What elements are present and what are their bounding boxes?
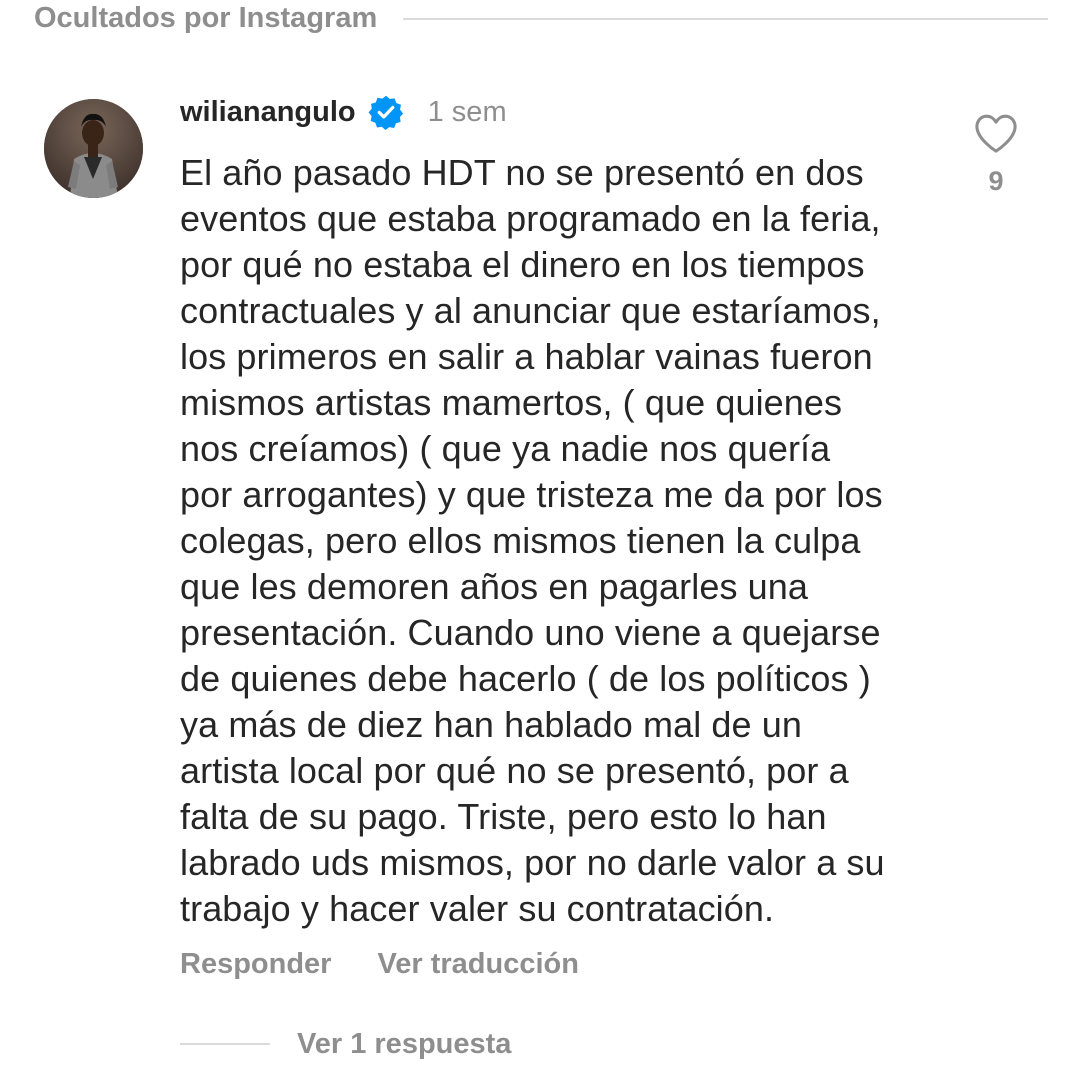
comment-line: ya más de diez han hablado mal de un <box>180 704 803 745</box>
comment-line: presentación. Cuando uno viene a quejars… <box>180 612 881 653</box>
comment-line: falta de su pago. Triste, pero esto lo h… <box>180 796 827 837</box>
comment-text: El año pasado HDT no se presentó en dos … <box>180 150 960 932</box>
comment-line: artista local por qué no se presentó, po… <box>180 750 849 791</box>
comment-header: wilianangulo 1 sem <box>180 92 507 132</box>
comment-timestamp: 1 sem <box>427 95 507 128</box>
comment-line: que les demoren años en pagarles una <box>180 566 809 607</box>
heart-outline-icon[interactable] <box>973 112 1019 154</box>
comment-line: por qué no estaba el dinero en los tiemp… <box>180 244 865 285</box>
username-link[interactable]: wilianangulo <box>180 96 356 129</box>
comment-line: mismos artistas mamertos, ( que quienes <box>180 382 843 423</box>
divider-line <box>403 18 1048 20</box>
reply-button[interactable]: Responder <box>180 948 331 981</box>
comment-line: colegas, pero ellos mismos tienen la cul… <box>180 520 861 561</box>
like-button[interactable] <box>970 112 1022 159</box>
comment-line: trabajo y hacer valer su contratación. <box>180 888 775 929</box>
comment-line: de quienes debe hacerlo ( de los polític… <box>180 658 871 699</box>
verified-badge-icon <box>368 95 403 130</box>
comment-line: eventos que estaba programado en la feri… <box>180 198 881 239</box>
see-translation-button[interactable]: Ver traducción <box>377 948 578 981</box>
comment-line: los primeros en salir a hablar vainas fu… <box>180 336 873 377</box>
hidden-comments-header: Ocultados por Instagram <box>34 0 1048 36</box>
avatar-image <box>44 99 143 198</box>
avatar[interactable] <box>44 99 143 198</box>
comment-line: nos creíamos) ( que ya nadie nos quería <box>180 428 831 469</box>
comment-line: contractuales y al anunciar que estaríam… <box>180 290 881 331</box>
view-replies-button[interactable]: Ver 1 respuesta <box>297 1028 511 1061</box>
like-count: 9 <box>988 166 1004 196</box>
replies-divider <box>180 1043 270 1045</box>
comment-line: labrado uds mismos, por no darle valor a… <box>180 842 885 883</box>
hidden-comments-label: Ocultados por Instagram <box>34 2 378 34</box>
comment-line: El año pasado HDT no se presentó en dos <box>180 152 864 193</box>
comment-line: por arrogantes) y que tristeza me da por… <box>180 474 883 515</box>
comment-actions: Responder Ver traducción <box>180 948 579 981</box>
view-replies[interactable]: Ver 1 respuesta <box>180 1024 511 1064</box>
